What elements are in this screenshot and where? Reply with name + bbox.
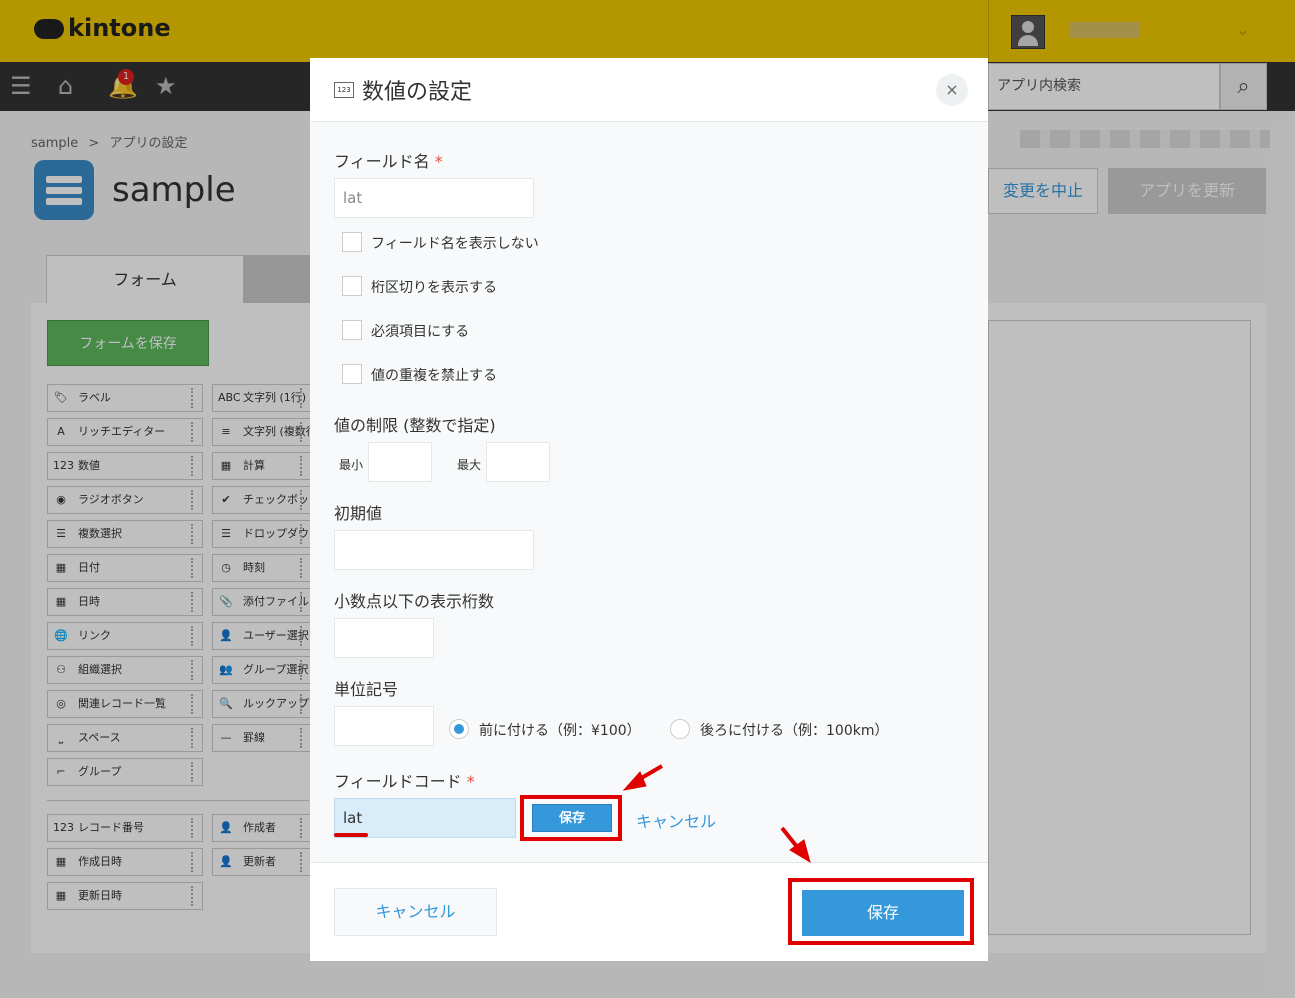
arrow-icon — [622, 764, 664, 791]
arrow-icon — [780, 826, 811, 864]
annotation-arrows — [622, 764, 811, 864]
